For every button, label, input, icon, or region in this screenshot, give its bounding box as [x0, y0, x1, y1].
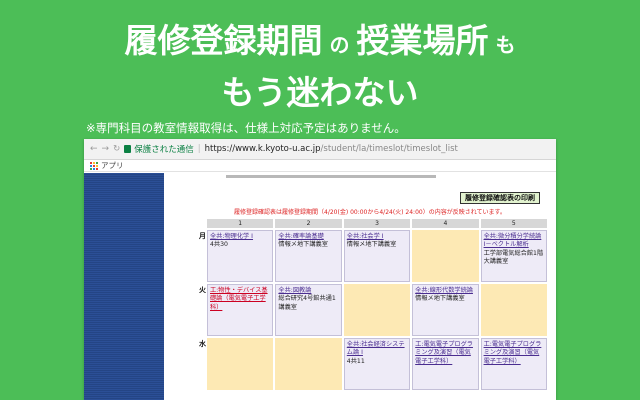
empty-cell	[412, 230, 479, 282]
class-cell[interactable]: 全共:図教論 総合研究4号館共通1講義室	[275, 284, 342, 336]
headline-line2: もう迷わない	[221, 73, 419, 112]
header-bar	[226, 175, 436, 178]
class-cell[interactable]: 全共:社会学 I 情報メ地下講義室	[343, 230, 411, 282]
course-link[interactable]: 全共:社会経済システム論 I	[347, 341, 407, 358]
class-cell[interactable]: 全共:確率論基礎 情報メ地下講義室	[275, 230, 342, 282]
bookmark-apps[interactable]: アプリ	[101, 160, 124, 171]
headline-part: 履修登録期間	[124, 21, 323, 60]
forward-icon[interactable]: →	[102, 144, 110, 154]
timetable-row: 月全共:物理化学 I 4共30 全共:確率論基礎 情報メ地下講義室 全共:社会学 I 情報…	[197, 230, 547, 282]
back-icon[interactable]: ←	[90, 144, 98, 154]
period-header: 2	[275, 219, 342, 228]
url-path[interactable]: /student/la/timeslot/timeslot_list	[321, 144, 458, 154]
class-cell[interactable]: 工:物性・デバイス基礎論（電気電子工学科）	[207, 284, 274, 336]
timetable-row: 水全共:社会経済システム論 I 4共11 工:電気電子プログラミング及演習（電気電子…	[197, 338, 547, 390]
apps-icon[interactable]	[90, 161, 98, 170]
url-separator: |	[197, 144, 201, 154]
course-link[interactable]: 工:電気電子プログラミング及演習（電気電子工学科）	[415, 341, 475, 366]
empty-cell	[343, 284, 411, 336]
headline-line1: 履修登録期間 の 授業場所 も	[0, 14, 640, 62]
address-bar[interactable]: ← → ↻ 保護された通信 | https://www.k.kyoto-u.ac…	[84, 139, 556, 160]
bookmarks-bar: アプリ	[84, 160, 556, 172]
secure-label: 保護された通信	[134, 145, 194, 155]
class-cell[interactable]: 工:電気電子プログラミング及演習（電気電子工学科）	[412, 338, 479, 390]
room-label: 情報メ地下講義室	[278, 241, 328, 249]
period-header: 4	[412, 219, 479, 228]
headline-part: 授業場所	[356, 21, 489, 60]
headline-part: の	[322, 33, 357, 57]
empty-cell	[480, 284, 547, 336]
sidebar	[84, 173, 164, 400]
timetable-row: 火工:物性・デバイス基礎論（電気電子工学科） 全共:図教論 総合研究4号館共通1講義…	[197, 284, 547, 336]
class-cell[interactable]: 全共:線形代数学続論 情報メ地下講義室	[412, 284, 479, 336]
day-label: 水	[199, 340, 206, 348]
class-cell[interactable]: 全共:微分積分学続論 I－ベクトル解析 工学部電気総合館1階大講義室	[480, 230, 547, 282]
period-header: 1	[207, 219, 274, 228]
period-notice: 履修登録確認表は履修登録期間（4/20(金) 00:00から4/24(火) 24…	[234, 209, 506, 216]
room-label: 情報メ地下講義室	[415, 295, 465, 303]
course-link[interactable]: 工:物性・デバイス基礎論（電気電子工学科）	[210, 287, 270, 312]
course-link[interactable]: 全共:微分積分学続論 I－ベクトル解析	[484, 233, 544, 250]
empty-cell	[275, 338, 342, 390]
room-label: 4共30	[210, 241, 228, 249]
browser-window: ← → ↻ 保護された通信 | https://www.k.kyoto-u.ac…	[84, 139, 556, 400]
print-button[interactable]: 履修登録確認表の印刷	[460, 192, 540, 204]
period-header: 5	[480, 219, 547, 228]
corner-cell	[197, 219, 205, 228]
period-header: 3	[343, 219, 411, 228]
room-label: 総合研究4号館共通1講義室	[278, 295, 336, 311]
room-label: 工学部電気総合館1階大講義室	[483, 249, 544, 266]
day-label: 火	[199, 286, 206, 294]
reload-icon[interactable]: ↻	[113, 144, 120, 154]
page-content: 履修登録確認表の印刷 履修登録確認表は履修登録期間（4/20(金) 00:00か…	[84, 173, 556, 400]
room-label: 4共11	[346, 357, 365, 365]
class-cell[interactable]: 全共:社会経済システム論 I 4共11	[343, 338, 411, 390]
lock-icon	[124, 145, 132, 153]
class-cell[interactable]: 工:電気電子プログラミング及演習（電気電子工学科）	[480, 338, 547, 390]
room-label: 情報メ地下講義室	[346, 241, 397, 249]
url-host[interactable]: https://www.k.kyoto-u.ac.jp	[205, 144, 321, 154]
class-cell[interactable]: 全共:物理化学 I 4共30	[207, 230, 274, 282]
day-label: 月	[199, 232, 206, 240]
headline-part: も	[488, 33, 516, 57]
disclaimer-note: ※専門科目の教室情報取得は、仕様上対応予定はありません。	[86, 121, 406, 135]
empty-cell	[207, 338, 274, 390]
timetable: 1 2 3 4 5 月全共:物理化学 I 4共30 全共:確率論基礎 情報メ地下講義室…	[195, 217, 549, 392]
course-link[interactable]: 工:電気電子プログラミング及演習（電気電子工学科）	[484, 341, 544, 366]
